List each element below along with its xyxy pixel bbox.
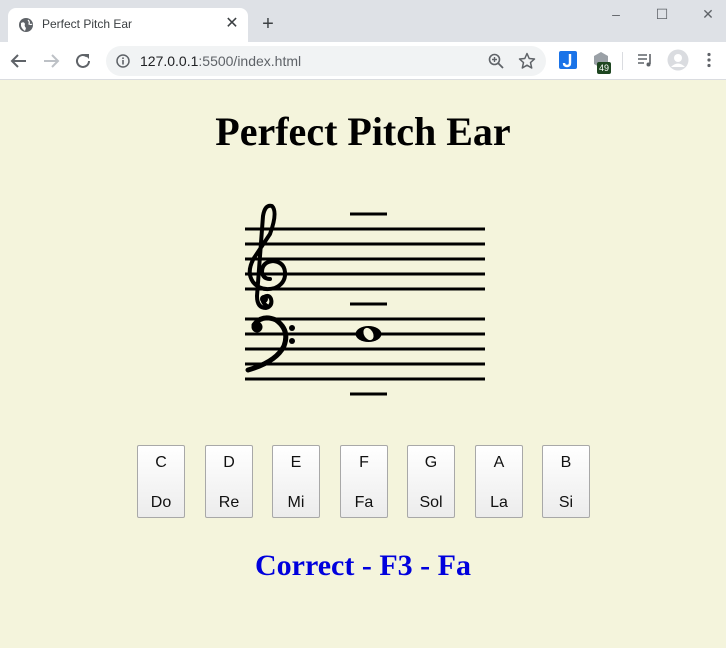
reload-icon[interactable] [72,50,94,72]
tab-strip: Perfect Pitch Ear ✕ + – ☐ ✕ [0,0,726,42]
back-arrow-icon[interactable] [8,50,30,72]
result-message: Correct - F3 - Fa [254,549,471,582]
extension-badge: 49 [597,62,612,74]
media-queue-icon[interactable] [636,51,654,69]
note-solfege: Do [150,494,172,511]
url-text[interactable]: 127.0.0.1:5500/index.html [140,53,301,69]
bookmark-star-icon[interactable] [518,52,536,70]
info-icon[interactable] [116,54,130,68]
note-solfege: Re [218,494,240,511]
browser-chrome: Perfect Pitch Ear ✕ + – ☐ ✕ 127.0.0.1:55… [0,0,726,80]
note-solfege: Sol [419,494,443,511]
forward-arrow-icon[interactable] [40,50,62,72]
tab-title: Perfect Pitch Ear [42,17,133,31]
note-button-g[interactable]: G Sol [407,445,455,518]
url-path: :5500/index.html [198,53,302,69]
menu-dots-icon[interactable] [700,51,718,69]
note-button-d[interactable]: D Re [205,445,253,518]
note-button-f[interactable]: F Fa [340,445,388,518]
minimize-button[interactable]: – [606,6,626,22]
note-button-e[interactable]: E Mi [272,445,320,518]
url-host: 127.0.0.1 [140,53,199,69]
note-letter: F [359,454,369,471]
globe-icon [19,18,33,32]
note-solfege: Fa [354,494,374,511]
note-solfege: La [490,494,508,511]
note-letter: E [290,454,302,471]
whole-note [355,326,382,342]
window-close-button[interactable]: ✕ [698,6,718,22]
maximize-button[interactable]: ☐ [652,6,672,22]
note-button-b[interactable]: B Si [542,445,590,518]
browser-tab[interactable]: Perfect Pitch Ear ✕ [8,8,248,42]
note-button-c[interactable]: C Do [137,445,185,518]
note-solfege: Si [558,494,574,511]
treble-clef-icon [247,203,288,310]
ledger-lines [350,212,387,396]
treble-staff-lines [245,227,485,291]
note-letter: C [155,454,167,471]
note-letter: G [424,454,438,471]
new-tab-button[interactable]: + [258,14,278,34]
toolbar-divider [622,52,623,70]
j-extension-icon[interactable] [559,51,577,69]
note-letter: A [493,454,505,471]
note-solfege: Mi [287,494,305,511]
zoom-icon[interactable] [488,53,504,69]
grand-staff [245,203,485,396]
browser-toolbar: 127.0.0.1:5500/index.html 49 [0,42,726,80]
note-letter: D [223,454,235,471]
profile-avatar-icon[interactable] [667,49,689,71]
note-button-a[interactable]: A La [475,445,523,518]
address-bar[interactable]: 127.0.0.1:5500/index.html [106,46,546,76]
note-letter: B [560,454,572,471]
bass-clef-icon [245,315,295,373]
close-tab-icon[interactable]: ✕ [224,16,240,32]
note-buttons: C Do D Re E Mi F Fa G Sol A La B Si [137,445,597,521]
page-title: Perfect Pitch Ear [215,109,511,154]
